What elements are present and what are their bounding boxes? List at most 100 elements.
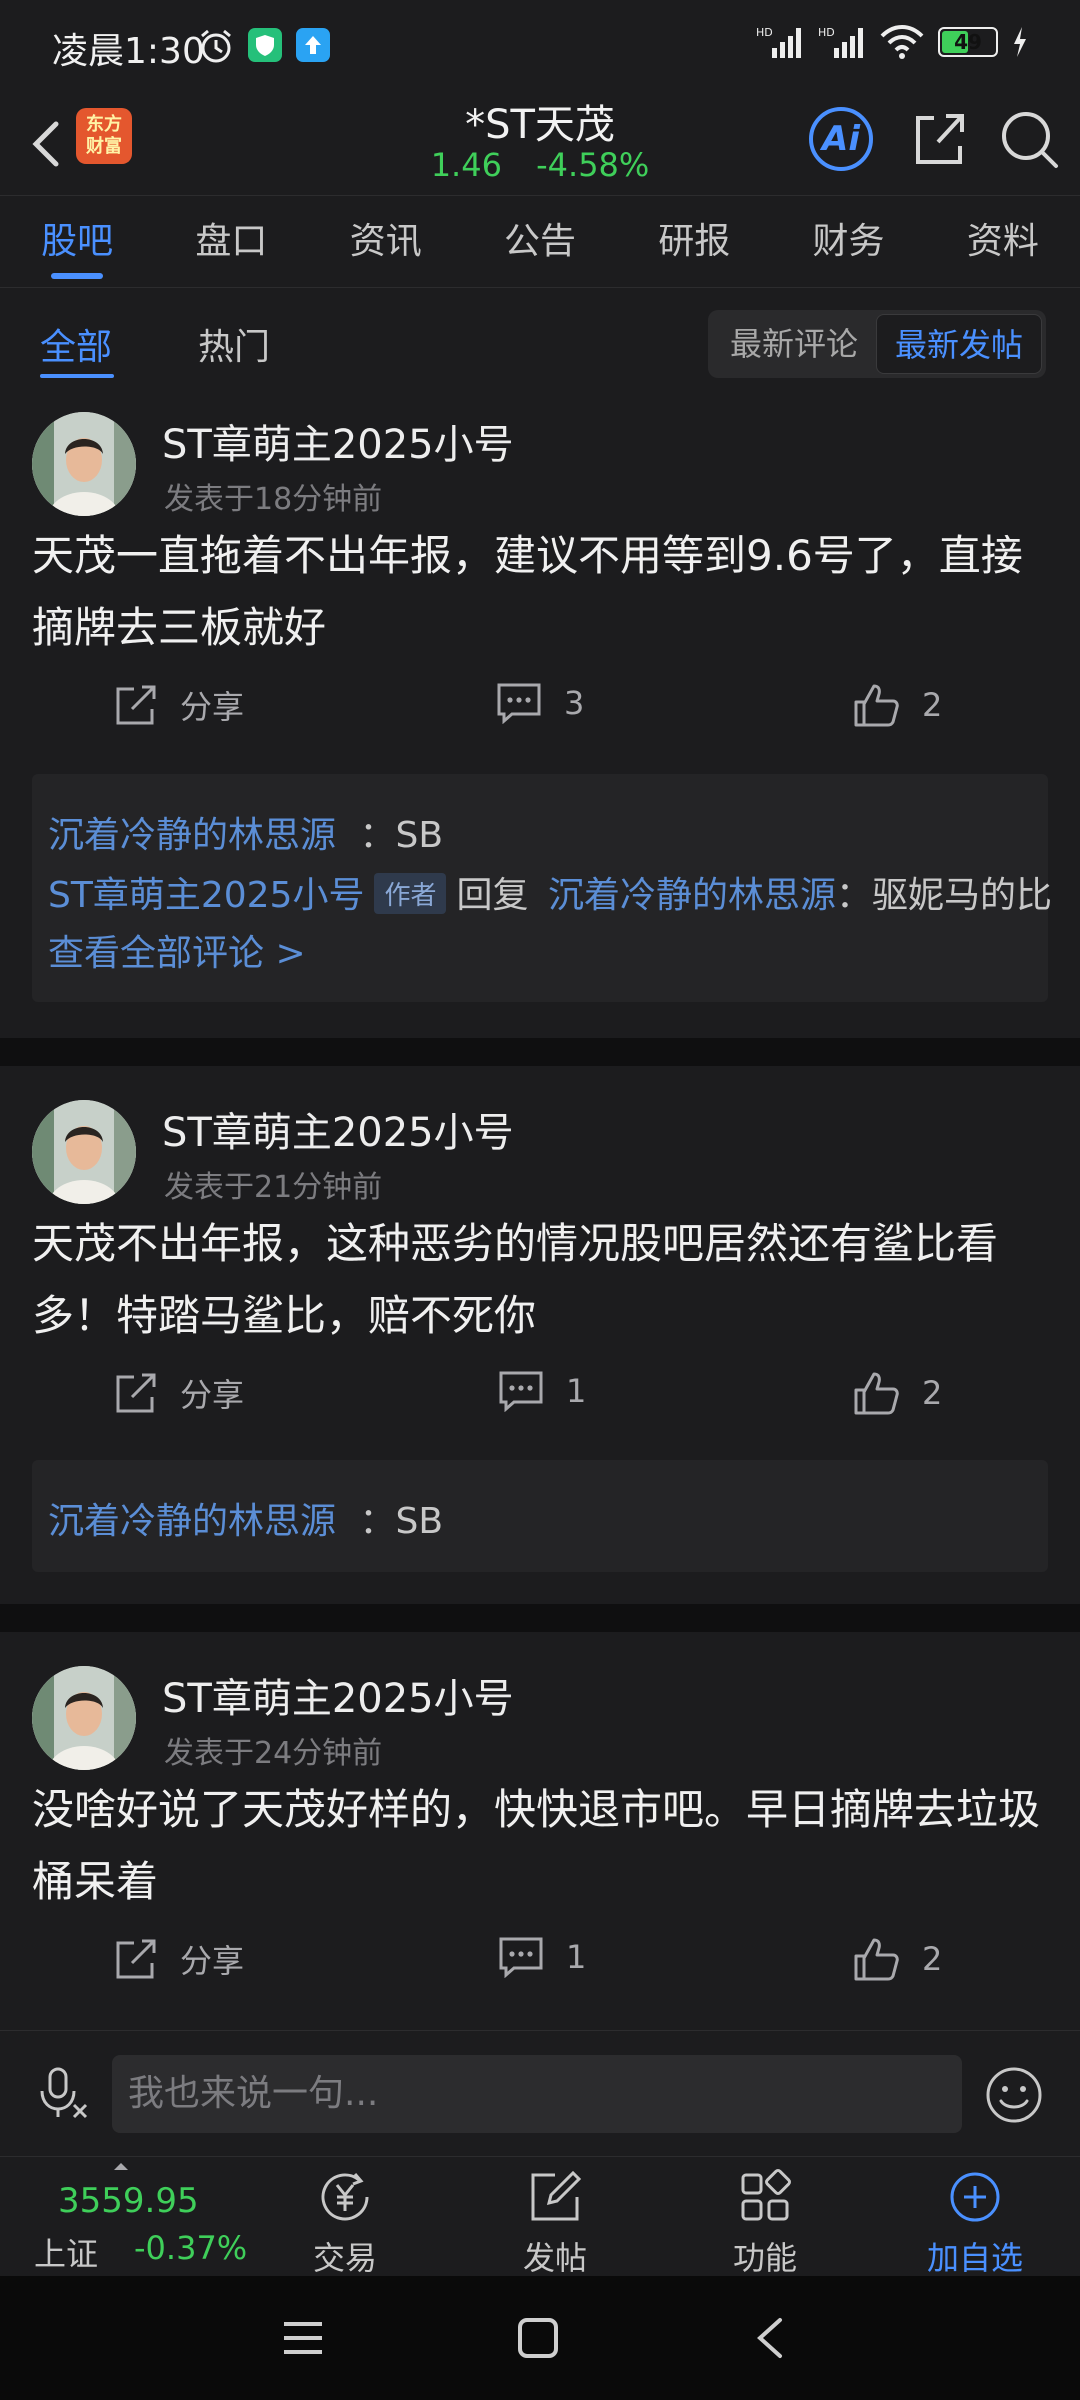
- comment-count: 3: [564, 684, 585, 722]
- post-card[interactable]: ST章萌主2025小号 发表于21分钟前 天茂不出年报，这种恶劣的情况股吧居然还…: [0, 1066, 1080, 1604]
- nav-add-watchlist[interactable]: 加自选: [900, 2169, 1050, 2279]
- sort-latest-post[interactable]: 最新发帖: [875, 314, 1042, 374]
- like-button[interactable]: 2: [852, 1370, 942, 1416]
- svg-text:HD: HD: [818, 26, 835, 39]
- search-icon[interactable]: [994, 104, 1064, 174]
- stock-header: 东方 财富 *ST天茂 1.46 -4.58% Ai: [0, 92, 1080, 196]
- hd-signal-icon: HD: [756, 26, 801, 58]
- comment-preview[interactable]: 沉着冷静的林思源 ：SB: [32, 1460, 1048, 1572]
- home-icon[interactable]: [516, 2316, 560, 2360]
- filter-hot[interactable]: 热门: [198, 318, 270, 370]
- tab-pankou[interactable]: 盘口: [154, 196, 308, 287]
- post-username[interactable]: ST章萌主2025小号: [162, 412, 514, 470]
- status-right: HD HD 49: [756, 24, 1028, 60]
- post-content[interactable]: 天茂不出年报，这种恶劣的情况股吧居然还有鲨比看多！特踏马鲨比，赔不死你: [32, 1208, 1044, 1352]
- reply-word: 回复: [456, 875, 529, 916]
- alarm-icon: [201, 29, 231, 63]
- like-count: 2: [922, 1374, 943, 1412]
- grid-icon: [741, 2169, 791, 2221]
- status-time: 凌晨1:30: [52, 31, 205, 72]
- menu-icon[interactable]: [282, 2318, 324, 2358]
- upload-app-icon: [296, 28, 330, 62]
- thumbs-up-icon: [854, 684, 899, 727]
- post-username[interactable]: ST章萌主2025小号: [162, 1666, 514, 1724]
- like-count: 2: [922, 686, 943, 724]
- comment-button[interactable]: 1: [498, 1936, 586, 1978]
- filter-all-underline: [40, 374, 114, 378]
- main-tabs: 股吧 盘口 资讯 公告 研报 财务 资料: [0, 196, 1080, 288]
- comment-input-bar: 我也来说一句...: [0, 2030, 1080, 2156]
- compose-icon: [531, 2170, 582, 2221]
- like-button[interactable]: 2: [852, 682, 942, 728]
- share-label: 分享: [180, 1942, 245, 1980]
- like-button[interactable]: 2: [852, 1936, 942, 1982]
- avatar[interactable]: [32, 412, 136, 516]
- reply-target[interactable]: 沉着冷静的林思源: [548, 875, 836, 916]
- share-button[interactable]: 分享: [114, 1936, 244, 1982]
- tab-news[interactable]: 资讯: [309, 196, 463, 287]
- post-username[interactable]: ST章萌主2025小号: [162, 1100, 514, 1158]
- nav-compose[interactable]: 发帖: [480, 2169, 630, 2279]
- tab-profile[interactable]: 资料: [926, 196, 1080, 287]
- post-card[interactable]: ST章萌主2025小号 发表于18分钟前 天茂一直拖着不出年报，建议不用等到9.…: [0, 398, 1080, 1038]
- avatar-image: [32, 1100, 136, 1204]
- comment-input[interactable]: 我也来说一句...: [112, 2055, 962, 2133]
- tab-guba[interactable]: 股吧: [0, 196, 154, 287]
- view-all-comments-link[interactable]: 查看全部评论 >: [48, 924, 306, 976]
- sort-latest-comment[interactable]: 最新评论: [712, 314, 876, 374]
- index-change: -0.37%: [134, 2229, 248, 2267]
- tab-announcements[interactable]: 公告: [463, 196, 617, 287]
- comment-line: 沉着冷静的林思源 ：SB: [48, 806, 443, 858]
- comment-icon: [499, 1371, 543, 1412]
- post-time: 发表于18分钟前: [164, 482, 383, 517]
- share-icon: [116, 1373, 156, 1413]
- post-content[interactable]: 天茂一直拖着不出年报，建议不用等到9.6号了，直接摘牌去三板就好: [32, 520, 1044, 664]
- avatar[interactable]: [32, 1100, 136, 1204]
- voice-input-icon[interactable]: [38, 2065, 90, 2121]
- stock-change: -4.58%: [536, 146, 650, 184]
- caret-up-icon: [114, 2163, 128, 2170]
- comment-count: 1: [566, 1372, 587, 1410]
- share-button[interactable]: 分享: [114, 1370, 244, 1416]
- comment-count: 1: [566, 1938, 587, 1976]
- share-icon: [116, 1939, 156, 1979]
- nav-label: 加自选: [926, 2239, 1023, 2277]
- share-icon[interactable]: [904, 104, 974, 174]
- battery-icon: 49: [938, 27, 998, 57]
- comment-line: 沉着冷静的林思源 ：SB: [48, 1492, 443, 1544]
- filter-all[interactable]: 全部: [40, 318, 112, 370]
- comment-preview[interactable]: 沉着冷静的林思源 ：SB ST章萌主2025小号 作者 回复 沉着冷静的林思源：驱妮…: [32, 774, 1052, 1002]
- post-actions: 分享 1 2: [0, 1936, 1080, 1996]
- tab-research[interactable]: 研报: [617, 196, 771, 287]
- index-value: 3559.95: [58, 2181, 199, 2221]
- filter-bar: 全部 热门 最新评论 最新发帖: [0, 288, 1080, 398]
- post-card[interactable]: ST章萌主2025小号 发表于24分钟前 没啥好说了天茂好样的，快快退市吧。早日…: [0, 1632, 1080, 2028]
- tab-finance[interactable]: 财务: [771, 196, 925, 287]
- status-bar: 凌晨1:30 HD HD 49: [0, 0, 1080, 92]
- nav-functions[interactable]: 功能: [690, 2169, 840, 2279]
- comment-button[interactable]: 3: [496, 682, 584, 724]
- comment-author[interactable]: 沉着冷静的林思源: [48, 815, 336, 856]
- share-icon: [116, 685, 156, 725]
- ai-button[interactable]: Ai: [806, 104, 876, 174]
- shield-app-icon: [248, 28, 282, 62]
- post-separator: [0, 1038, 1080, 1066]
- back-icon[interactable]: [752, 2316, 788, 2360]
- comment-text: ：SB: [359, 1501, 444, 1542]
- avatar-image: [32, 412, 136, 516]
- post-actions: 分享 1 2: [0, 1370, 1080, 1430]
- post-content[interactable]: 没啥好说了天茂好样的，快快退市吧。早日摘牌去垃圾桶呆着: [32, 1774, 1044, 1918]
- nav-label: 功能: [732, 2239, 797, 2277]
- share-label: 分享: [180, 688, 245, 726]
- comment-button[interactable]: 1: [498, 1370, 586, 1412]
- post-feed: ST章萌主2025小号 发表于18分钟前 天茂一直拖着不出年报，建议不用等到9.…: [0, 398, 1080, 2028]
- share-button[interactable]: 分享: [114, 682, 244, 728]
- comment-author[interactable]: 沉着冷静的林思源: [48, 1501, 336, 1542]
- comment-author[interactable]: ST章萌主2025小号: [48, 875, 364, 916]
- emoji-icon[interactable]: [984, 2065, 1044, 2125]
- avatar[interactable]: [32, 1666, 136, 1770]
- comment-icon: [497, 683, 541, 724]
- sort-toggle: 最新评论 最新发帖: [707, 310, 1046, 378]
- post-separator: [0, 1604, 1080, 1632]
- nav-trade[interactable]: 交易: [270, 2169, 420, 2279]
